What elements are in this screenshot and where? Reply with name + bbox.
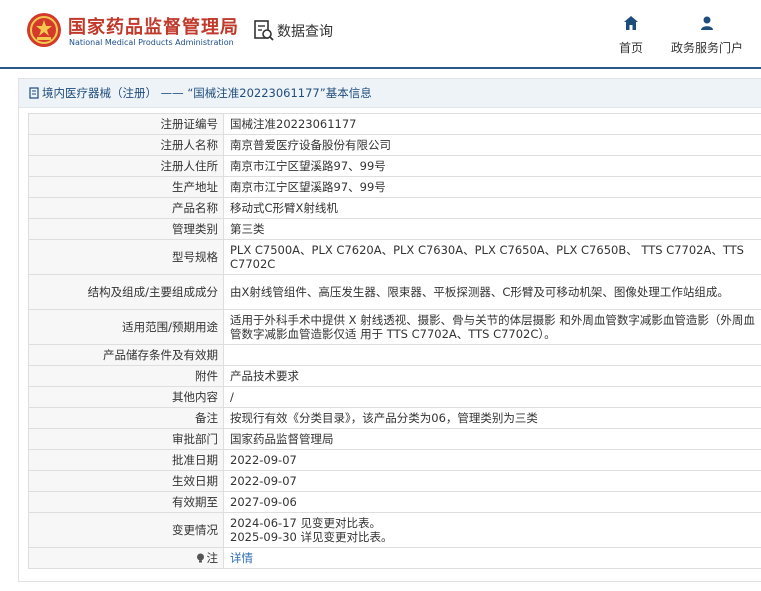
approval-date-label: 批准日期 [28,449,224,471]
home-icon [624,16,638,30]
effective-date-label: 生效日期 [28,470,224,492]
table-row: 结构及组成/主要组成成分 由X射线管组件、高压发生器、限束器、平板探测器、C形臂及… [28,274,761,310]
table-row: 备注 按现行有效《分类目录》，该产品分类为06，管理类别为三类 [28,407,761,429]
scope-intended-use-value: 适用于外科手术中提供 X 射线透视、摄影、骨与关节的体层摄影 和外周血管数字减影… [223,309,761,345]
effective-date-value: 2022-09-07 [223,470,761,492]
attachment-value: 产品技术要求 [223,365,761,387]
table-row: 生产地址 南京市江宁区望溪路97、99号 [28,176,761,198]
remarks-label: 备注 [28,407,224,429]
bulb-icon [196,553,204,563]
details-link[interactable]: 详情 [230,551,253,565]
table-row: 注详情 [28,547,761,569]
structure-composition-value: 由X射线管组件、高压发生器、限束器、平板探测器、C形臂及可移动机架、图像处理工作… [223,274,761,310]
scope-intended-use-label: 适用范围/预期用途 [28,309,224,345]
breadcrumb: 境内医疗器械（注册） —— “国械注准20223061177”基本信息 [19,79,761,108]
nav-home-label: 首页 [618,41,643,55]
header-divider [0,67,761,69]
nav-gov-service[interactable]: 政务服务门户 [668,15,746,56]
table-row: 附件 产品技术要求 [28,365,761,387]
site-header: 国家药品监督管理局 National Medical Products Admi… [0,0,761,68]
production-address-label: 生产地址 [28,176,224,198]
breadcrumb-section[interactable]: 境内医疗器械（注册） [42,85,157,101]
reg-no-label: 注册证编号 [28,113,224,135]
storage-validity-value [223,344,761,366]
attachment-label: 附件 [28,365,224,387]
registrant-name-value: 南京普爱医疗设备股份有限公司 [223,134,761,156]
document-search-icon [254,20,274,41]
table-row: 型号规格 PLX C7500A、PLX C7620A、PLX C7630A、PLX… [28,239,761,275]
data-query-link[interactable]: 数据查询 [254,19,333,43]
table-row: 其他内容 / [28,386,761,408]
management-class-value: 第三类 [223,218,761,240]
table-row: 变更情况 2024-06-17 见变更对比表。 2025-09-30 详见变更对比… [28,512,761,548]
table-row: 注册人名称 南京普爱医疗设备股份有限公司 [28,134,761,156]
product-name-value: 移动式C形臂X射线机 [223,197,761,219]
breadcrumb-current: “国械注准20223061177”基本信息 [187,86,372,100]
model-spec-value: PLX C7500A、PLX C7620A、PLX C7630A、PLX C76… [223,239,761,275]
site-title: 国家药品监督管理局 [68,17,239,38]
other-content-label: 其他内容 [28,386,224,408]
note-value: 详情 [223,547,761,569]
production-address-value: 南京市江宁区望溪路97、99号 [223,176,761,198]
nav-home[interactable]: 首页 [614,15,648,56]
registrant-address-label: 注册人住所 [28,155,224,177]
table-row: 适用范围/预期用途 适用于外科手术中提供 X 射线透视、摄影、骨与关节的体层摄影 … [28,309,761,345]
product-name-label: 产品名称 [28,197,224,219]
other-content-value: / [223,386,761,408]
change-info-label: 变更情况 [28,512,224,548]
table-row: 产品名称 移动式C形臂X射线机 [28,197,761,219]
table-row: 管理类别 第三类 [28,218,761,240]
registrant-address-value: 南京市江宁区望溪路97、99号 [223,155,761,177]
approval-dept-label: 审批部门 [28,428,224,450]
data-query-label: 数据查询 [277,24,333,40]
storage-validity-label: 产品储存条件及有效期 [28,344,224,366]
nav-gov-service-label: 政务服务门户 [670,41,743,55]
detail-card: 境内医疗器械（注册） —— “国械注准20223061177”基本信息 注册证编… [18,78,761,582]
change-info-value: 2024-06-17 见变更对比表。 2025-09-30 详见变更对比表。 [223,512,761,548]
note-label: 注 [28,547,224,569]
registration-info-table: 注册证编号 国械注准20223061177 注册人名称 南京普爱医疗设备股份有限公司注… [28,113,761,569]
reg-no-value: 国械注准20223061177 [223,113,761,135]
registrant-name-label: 注册人名称 [28,134,224,156]
approval-date-value: 2022-09-07 [223,449,761,471]
valid-until-value: 2027-09-06 [223,491,761,513]
table-row: 注册人住所 南京市江宁区望溪路97、99号 [28,155,761,177]
document-icon [29,87,39,99]
approval-dept-value: 国家药品监督管理局 [223,428,761,450]
table-row: 注册证编号 国械注准20223061177 [28,113,761,135]
user-icon [701,16,713,30]
national-emblem-icon [27,13,61,47]
table-row: 产品储存条件及有效期 [28,344,761,366]
table-row: 生效日期 2022-09-07 [28,470,761,492]
table-row: 审批部门 国家药品监督管理局 [28,428,761,450]
remarks-value: 按现行有效《分类目录》，该产品分类为06，管理类别为三类 [223,407,761,429]
breadcrumb-separator: —— [160,86,184,100]
table-row: 有效期至 2027-09-06 [28,491,761,513]
site-subtitle: National Medical Products Administration [69,38,234,47]
model-spec-label: 型号规格 [28,239,224,275]
table-row: 批准日期 2022-09-07 [28,449,761,471]
valid-until-label: 有效期至 [28,491,224,513]
structure-composition-label: 结构及组成/主要组成成分 [28,274,224,310]
management-class-label: 管理类别 [28,218,224,240]
